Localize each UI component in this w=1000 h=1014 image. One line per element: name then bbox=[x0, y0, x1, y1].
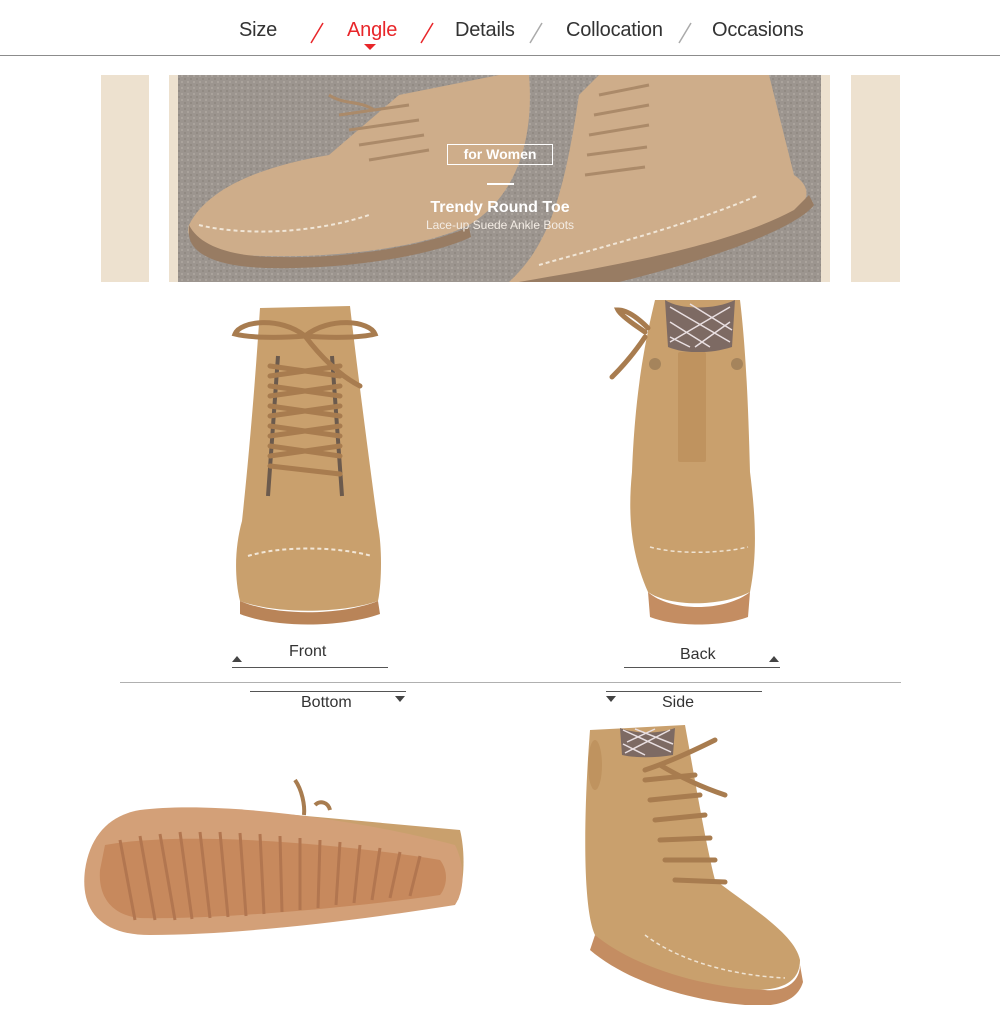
nav-separator bbox=[678, 22, 692, 44]
view-label-side: Side bbox=[662, 694, 695, 711]
view-label-front: Front bbox=[289, 643, 327, 660]
caret-up-icon bbox=[769, 656, 779, 662]
caret-down-icon bbox=[395, 696, 405, 702]
caret-down-icon bbox=[606, 696, 616, 702]
boot-front-image bbox=[231, 306, 381, 625]
boot-sole-image bbox=[84, 778, 464, 935]
side-label-overline bbox=[606, 691, 762, 692]
angle-navigation: Size Angle Details Collocation Occasions bbox=[0, 0, 1000, 56]
view-label-bottom: Bottom bbox=[301, 694, 352, 711]
back-label-underline bbox=[624, 667, 780, 668]
boot-side-image bbox=[585, 725, 803, 1005]
banner-badge: for Women bbox=[447, 144, 553, 165]
boot-back-image bbox=[609, 300, 755, 625]
caret-up-icon bbox=[232, 656, 242, 662]
nav-separator bbox=[310, 22, 324, 44]
bottom-label-overline bbox=[250, 691, 406, 692]
nav-separator bbox=[420, 22, 434, 44]
nav-tab-angle[interactable]: Angle bbox=[347, 19, 397, 42]
section-divider bbox=[120, 682, 901, 683]
nav-separator bbox=[529, 22, 543, 44]
banner-title: Trendy Round Toe bbox=[430, 199, 570, 216]
banner-subtitle: Lace-up Suede Ankle Boots bbox=[425, 218, 575, 232]
nav-tab-size[interactable]: Size bbox=[239, 19, 277, 42]
banner-left-panel bbox=[101, 75, 149, 282]
active-tab-caret-icon bbox=[364, 44, 376, 50]
view-label-back: Back bbox=[680, 646, 716, 663]
banner-rule bbox=[487, 183, 514, 185]
hero-banner: for Women Trendy Round Toe Lace-up Suede… bbox=[169, 75, 830, 282]
nav-tab-details[interactable]: Details bbox=[455, 19, 515, 42]
nav-tab-occasions[interactable]: Occasions bbox=[712, 19, 804, 42]
nav-tab-collocation[interactable]: Collocation bbox=[566, 19, 663, 42]
banner-right-panel bbox=[851, 75, 900, 282]
front-label-underline bbox=[232, 667, 388, 668]
banner-boots-image bbox=[169, 75, 830, 282]
